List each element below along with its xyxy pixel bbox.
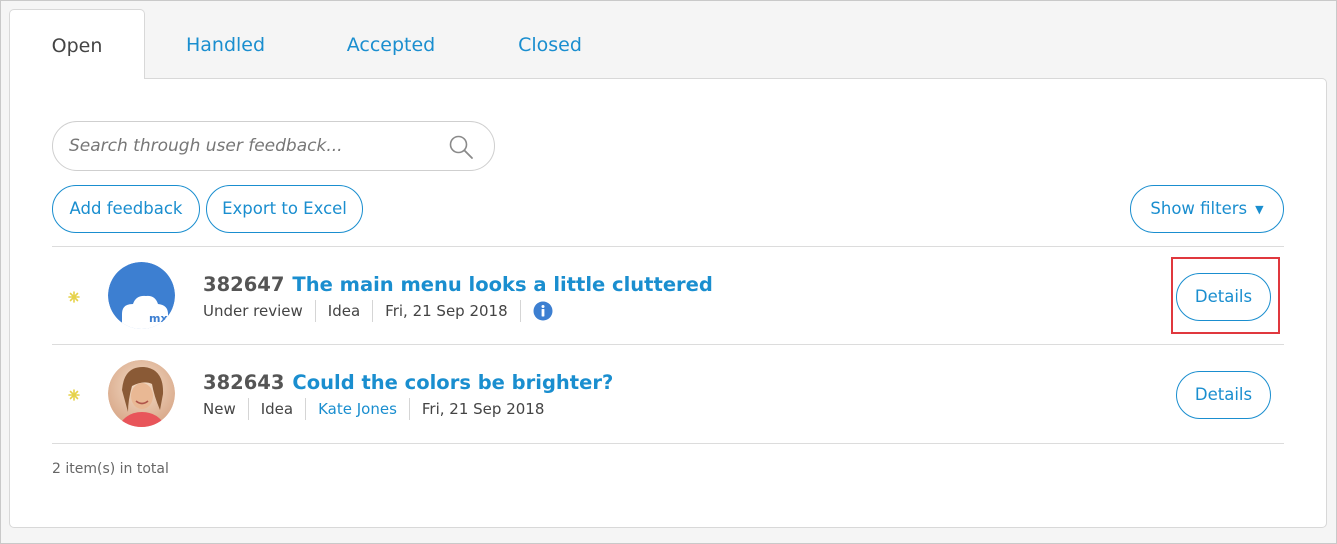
item-date: Fri, 21 Sep 2018 <box>408 398 556 420</box>
tab-bar: Open Handled Accepted Closed <box>9 9 624 79</box>
user-photo-icon <box>108 360 175 427</box>
list-item: 382643 Could the colors be brighter? New … <box>52 345 1284 442</box>
meta-separator <box>519 300 521 322</box>
item-meta: New Idea Kate Jones Fri, 21 Sep 2018 <box>203 397 556 421</box>
item-type: Idea <box>247 398 305 420</box>
item-title: 382643 Could the colors be brighter? <box>203 371 613 394</box>
item-author-link[interactable]: Kate Jones <box>305 398 409 420</box>
item-title: 382647 The main menu looks a little clutt… <box>203 273 713 296</box>
item-title-link[interactable]: The main menu looks a little cluttered <box>292 273 712 296</box>
list-item: mx 382647 The main menu looks a little cl… <box>52 247 1284 344</box>
item-status: Under review <box>203 302 303 320</box>
details-button[interactable]: Details <box>1176 273 1271 321</box>
item-type: Idea <box>314 300 372 322</box>
item-status: New <box>203 400 236 418</box>
show-filters-button[interactable]: Show filters ▼ <box>1130 185 1284 233</box>
add-feedback-button[interactable]: Add feedback <box>52 185 200 233</box>
search-input[interactable] <box>69 122 439 170</box>
tab-accepted[interactable]: Accepted <box>306 9 476 79</box>
list-bottom-divider <box>52 443 1284 444</box>
item-id: 382643 <box>203 371 285 394</box>
item-meta: Under review Idea Fri, 21 Sep 2018 <box>203 299 553 323</box>
star-icon <box>68 291 80 303</box>
export-to-excel-button[interactable]: Export to Excel <box>206 185 363 233</box>
tab-open[interactable]: Open <box>9 9 145 79</box>
tab-closed[interactable]: Closed <box>476 9 624 79</box>
info-icon[interactable] <box>533 301 553 321</box>
avatar <box>108 360 175 427</box>
star-icon <box>68 389 80 401</box>
items-total: 2 item(s) in total <box>52 461 169 477</box>
tab-handled[interactable]: Handled <box>145 9 306 79</box>
avatar-label: mx <box>149 312 168 325</box>
search-box <box>52 121 495 171</box>
details-button[interactable]: Details <box>1176 371 1271 419</box>
show-filters-label: Show filters <box>1150 199 1248 218</box>
mx-logo-icon: mx <box>108 262 175 329</box>
window-frame: Open Handled Accepted Closed Add feedbac… <box>0 0 1337 544</box>
chevron-down-icon: ▼ <box>1255 203 1264 216</box>
item-id: 382647 <box>203 273 285 296</box>
feedback-panel: Add feedback Export to Excel Show filter… <box>9 78 1327 528</box>
search-icon[interactable] <box>448 134 474 160</box>
avatar: mx <box>108 262 175 329</box>
item-title-link[interactable]: Could the colors be brighter? <box>292 371 613 394</box>
item-date: Fri, 21 Sep 2018 <box>372 300 519 322</box>
